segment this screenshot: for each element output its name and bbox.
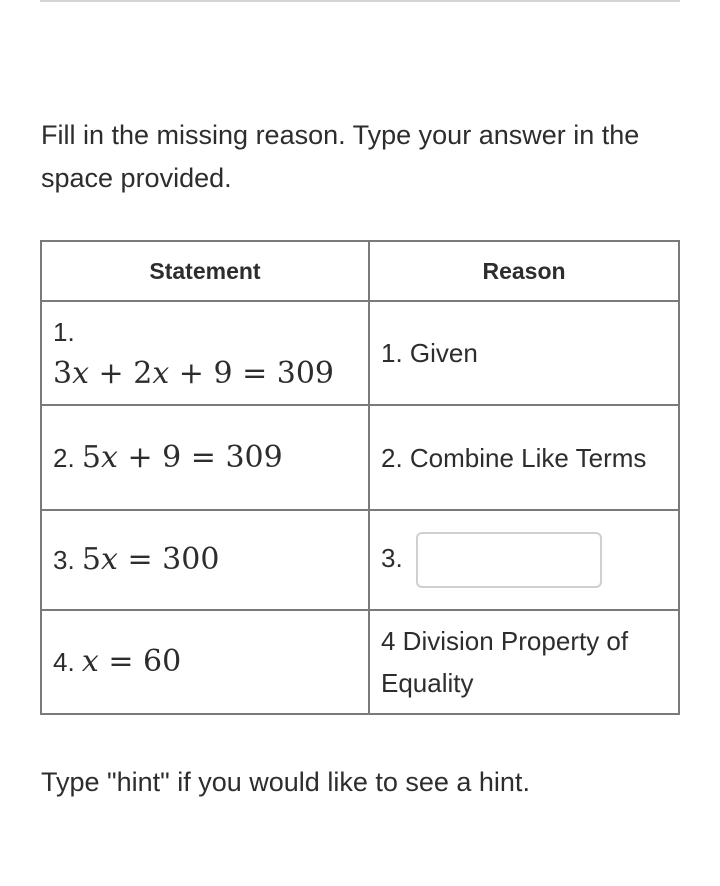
statement-number: 3. [53, 545, 75, 575]
statement-equation: 3x + 2x + 9 = 309 [53, 356, 334, 391]
table-row: 4. x = 60 4 Division Property of Equalit… [40, 609, 680, 715]
statement-number: 4. [53, 647, 75, 677]
table-row: 1. 3x + 2x + 9 = 309 1. Given [40, 300, 680, 406]
instructions-text: Fill in the missing reason. Type your an… [41, 120, 640, 193]
proof-table: Statement Reason 1. 3x + 2x + 9 = 309 1.… [40, 240, 680, 715]
statement-cell: 1. 3x + 2x + 9 = 309 [40, 300, 370, 406]
reason-cell: 2. Combine Like Terms [368, 404, 680, 511]
statement-cell: 4. x = 60 [40, 609, 370, 715]
statement-cell: 2. 5x + 9 = 309 [40, 404, 370, 511]
statement-cell: 3. 5x = 300 [40, 509, 370, 611]
statement-number: 1. [53, 317, 75, 347]
header-statement: Statement [40, 240, 370, 302]
table-header-row: Statement Reason [40, 240, 680, 302]
reason-cell: 1. Given [368, 300, 680, 406]
reason-cell: 4 Division Property of Equality [368, 609, 680, 715]
top-divider [40, 0, 680, 2]
table-row: 3. 5x = 300 3. [40, 509, 680, 611]
reason-cell: 3. [368, 509, 680, 611]
reason-answer-input[interactable] [415, 532, 602, 588]
header-reason: Reason [368, 240, 680, 302]
statement-equation: 5x + 9 = 309 [81, 439, 283, 475]
statement-equation: x = 60 [81, 644, 182, 679]
statement-equation: 5x = 300 [81, 542, 220, 577]
reason-number: 3. [381, 542, 403, 573]
statement-number: 2. [53, 442, 75, 473]
hint-text: Type "hint" if you would like to see a h… [41, 767, 530, 797]
table-row: 2. 5x + 9 = 309 2. Combine Like Terms [40, 404, 680, 511]
